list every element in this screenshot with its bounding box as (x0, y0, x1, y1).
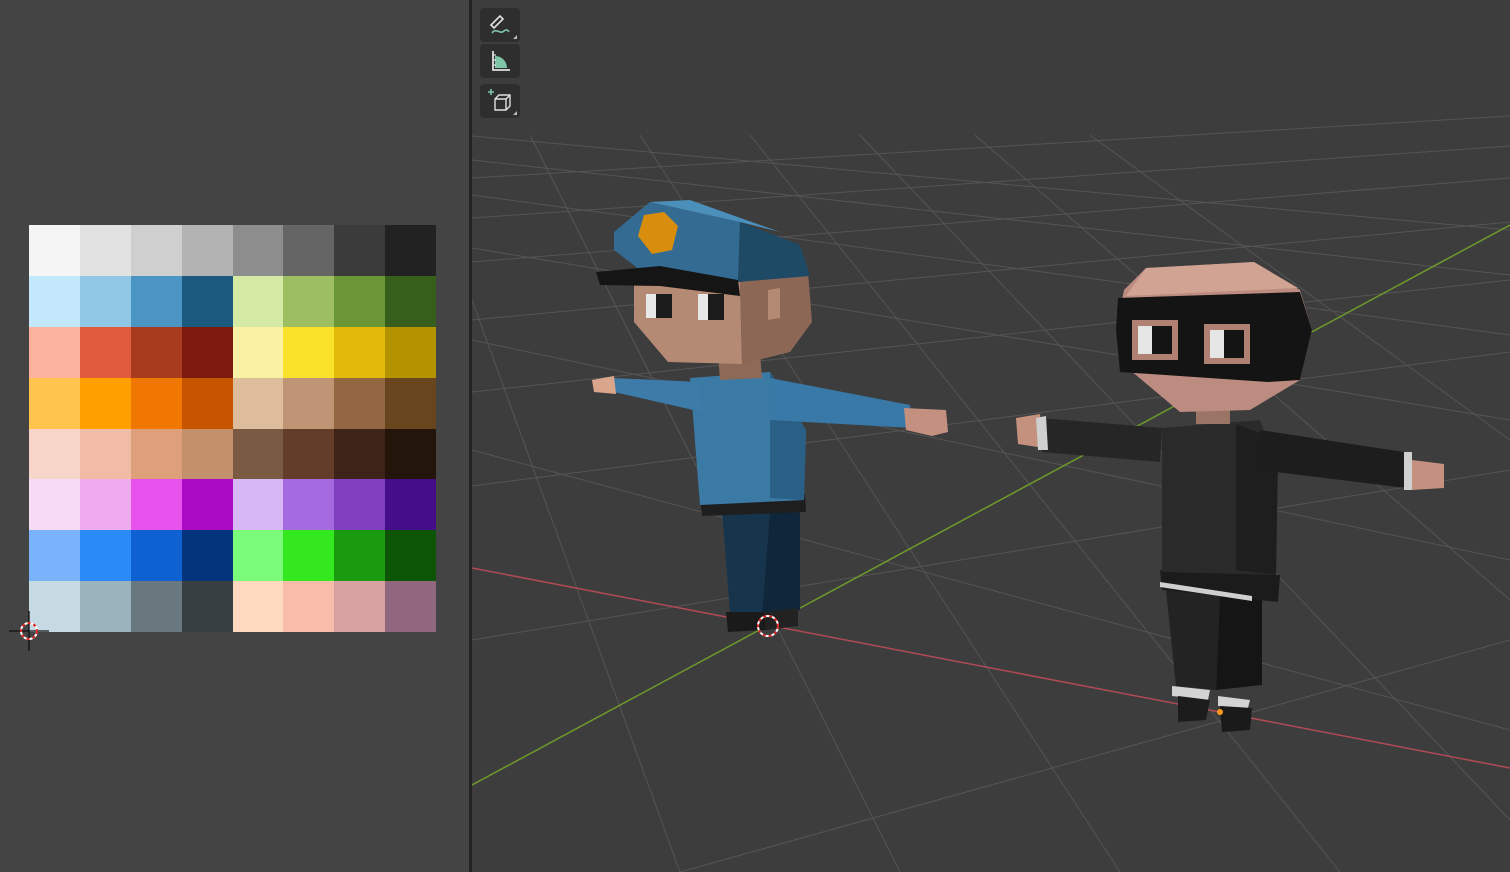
palette-swatch[interactable] (385, 275, 436, 327)
palette-swatch[interactable] (130, 275, 182, 327)
palette-swatch[interactable] (283, 530, 335, 582)
palette-swatch[interactable] (283, 428, 335, 480)
measure-icon (492, 51, 510, 71)
annotate-icon (489, 14, 510, 34)
palette-swatch[interactable] (79, 225, 131, 276)
tool-submenu-indicator (513, 35, 517, 39)
palette-swatch[interactable] (181, 479, 233, 531)
palette-swatch[interactable] (130, 530, 182, 582)
palette-swatch[interactable] (334, 581, 386, 632)
palette-swatch[interactable] (130, 326, 182, 378)
palette-swatch[interactable] (385, 326, 436, 378)
2d-cursor-icon (9, 611, 49, 651)
palette-swatch[interactable] (181, 225, 233, 276)
palette-swatch[interactable] (232, 581, 284, 632)
blender-window (0, 0, 1510, 872)
palette-swatch[interactable] (130, 479, 182, 531)
measure-tool-button[interactable] (480, 44, 520, 78)
palette-swatch[interactable] (232, 479, 284, 531)
palette-swatch[interactable] (232, 225, 284, 276)
palette-swatch[interactable] (79, 377, 131, 429)
palette-swatch[interactable] (29, 530, 80, 582)
palette-swatch[interactable] (334, 275, 386, 327)
palette-swatch[interactable] (181, 530, 233, 582)
palette-swatch[interactable] (130, 428, 182, 480)
annotate-tool-button[interactable] (480, 8, 520, 42)
palette-swatch[interactable] (385, 479, 436, 531)
3d-viewport[interactable] (472, 0, 1510, 872)
palette-swatch[interactable] (29, 275, 80, 327)
palette-swatch[interactable] (130, 581, 182, 632)
palette-swatch[interactable] (232, 275, 284, 327)
palette-swatch[interactable] (334, 428, 386, 480)
palette-swatch[interactable] (29, 479, 80, 531)
palette-swatch[interactable] (385, 428, 436, 480)
palette-swatch[interactable] (232, 530, 284, 582)
palette-swatch[interactable] (232, 326, 284, 378)
selected-origin-dot (1217, 709, 1223, 715)
palette-swatch[interactable] (283, 377, 335, 429)
y-axis-line (472, 224, 1510, 786)
x-axis-line (472, 567, 1510, 769)
palette-swatch[interactable] (385, 530, 436, 582)
palette-swatch[interactable] (232, 428, 284, 480)
palette-swatch[interactable] (181, 581, 233, 632)
palette-swatch[interactable] (130, 225, 182, 276)
tool-submenu-indicator (513, 111, 517, 115)
palette-swatch[interactable] (181, 377, 233, 429)
palette-swatch[interactable] (181, 428, 233, 480)
palette-swatch[interactable] (385, 581, 436, 632)
palette-swatch[interactable] (130, 377, 182, 429)
palette-swatch[interactable] (29, 377, 80, 429)
palette-swatch[interactable] (181, 326, 233, 378)
palette-swatch[interactable] (385, 225, 436, 276)
palette-swatch[interactable] (79, 530, 131, 582)
viewport-scene[interactable] (472, 0, 1510, 872)
palette-swatch[interactable] (232, 377, 284, 429)
palette-swatch[interactable] (79, 479, 131, 531)
palette-swatch[interactable] (29, 326, 80, 378)
thief-character[interactable] (1016, 262, 1444, 732)
palette-swatch[interactable] (385, 377, 436, 429)
image-editor[interactable] (0, 0, 469, 872)
palette-swatch[interactable] (79, 275, 131, 327)
add-cube-icon (488, 89, 511, 111)
palette-swatch[interactable] (283, 479, 335, 531)
palette-swatch[interactable] (334, 530, 386, 582)
palette-swatch[interactable] (29, 428, 80, 480)
palette-swatch[interactable] (334, 479, 386, 531)
palette-swatch[interactable] (283, 275, 335, 327)
palette-swatch[interactable] (29, 225, 80, 276)
palette-swatch[interactable] (181, 275, 233, 327)
palette-swatch[interactable] (283, 225, 335, 276)
palette-swatch[interactable] (283, 326, 335, 378)
palette-swatch[interactable] (79, 428, 131, 480)
palette-swatch[interactable] (334, 326, 386, 378)
color-palette-texture[interactable] (29, 225, 436, 632)
palette-swatch[interactable] (79, 326, 131, 378)
palette-swatch[interactable] (283, 581, 335, 632)
palette-swatch[interactable] (79, 581, 131, 632)
add-cube-tool-button[interactable] (480, 84, 520, 118)
palette-swatch[interactable] (334, 225, 386, 276)
palette-swatch[interactable] (334, 377, 386, 429)
police-character[interactable] (592, 200, 948, 632)
